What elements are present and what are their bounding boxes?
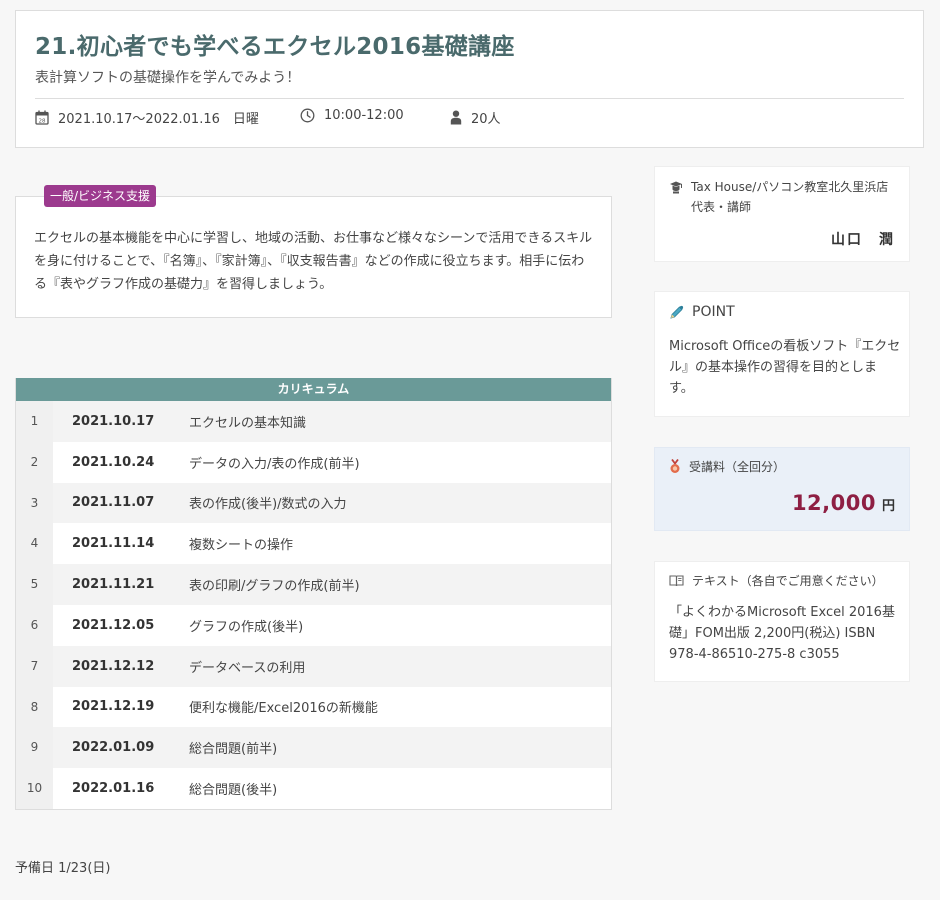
medal-icon xyxy=(670,459,680,473)
calendar-icon: 28 xyxy=(35,110,49,125)
row-topic: 総合問題(前半) xyxy=(189,742,278,758)
row-date: 2021.10.17 xyxy=(72,413,155,429)
row-date: 2021.12.05 xyxy=(72,617,155,633)
row-number: 9 xyxy=(16,727,53,769)
row-date: 2021.11.07 xyxy=(72,495,155,511)
fee-card: 受講料（全回分） 12,000 円 xyxy=(654,447,910,531)
row-topic: 表の作成(後半)/数式の入力 xyxy=(189,497,347,513)
course-title: 21.初心者でも学べるエクセル2016基礎講座 xyxy=(35,34,515,60)
row-topic: データベースの利用 xyxy=(189,660,306,676)
textbook-label: テキスト（各自でご用意ください） xyxy=(692,574,884,588)
row-topic: データの入力/表の作成(前半) xyxy=(189,456,360,472)
person-icon xyxy=(450,110,462,125)
row-number: 8 xyxy=(16,686,53,728)
graduation-cap-icon xyxy=(670,181,682,194)
fee-label: 受講料（全回分） xyxy=(689,460,786,474)
curriculum-rows: 1 2021.10.17 エクセルの基本知識 2 2021.10.24 データの入力/表… xyxy=(16,401,611,809)
book-icon xyxy=(669,575,684,587)
course-period-text: 2021.10.17～2022.01.16 日曜 xyxy=(58,112,259,127)
row-topic: 複数シートの操作 xyxy=(189,538,294,554)
curriculum-table: カリキュラム 1 2021.10.17 エクセルの基本知識 2 2021.10.24 デ… xyxy=(15,378,612,810)
curriculum-header: カリキュラム xyxy=(16,378,611,401)
table-row: 3 2021.11.07 表の作成(後半)/数式の入力 xyxy=(16,482,611,524)
reserve-day-note: 予備日 1/23(日) xyxy=(15,861,111,876)
fee-heading: 受講料（全回分） xyxy=(669,458,785,475)
instructor-role: 代表・講師 xyxy=(691,200,752,214)
row-number: 2 xyxy=(16,441,53,483)
textbook-card: テキスト（各自でご用意ください） 「よくわかるMicrosoft Excel 2… xyxy=(654,561,910,682)
category-badge: 一般/ビジネス支援 xyxy=(44,185,157,207)
row-number: 7 xyxy=(16,645,53,687)
textbook-text: 「よくわかるMicrosoft Excel 2016基礎」FOM出版 2,200… xyxy=(669,605,895,662)
course-header: 21.初心者でも学べるエクセル2016基礎講座 表計算ソフトの基礎操作を学んでみ… xyxy=(15,10,924,148)
description-card: エクセルの基本機能を中心に学習し、地域の活動、お仕事など様々なシーンで活用できる… xyxy=(15,196,612,318)
point-text: Microsoft Officeの看板ソフト『エクセル』の基本操作の習得を目的と… xyxy=(669,339,901,396)
row-number: 6 xyxy=(16,604,53,646)
row-number: 1 xyxy=(16,401,53,442)
row-number: 5 xyxy=(16,564,53,605)
row-topic: グラフの作成(後半) xyxy=(189,619,304,635)
point-title: POINT xyxy=(692,304,735,320)
course-time: 10:00-12:00 xyxy=(300,108,404,123)
table-row: 7 2021.12.12 データベースの利用 xyxy=(16,645,611,687)
table-row: 8 2021.12.19 便利な機能/Excel2016の新機能 xyxy=(16,686,611,728)
fee-unit: 円 xyxy=(881,499,895,514)
fee-amount: 12,000 円 xyxy=(792,491,895,515)
table-row: 6 2021.12.05 グラフの作成(後半) xyxy=(16,604,611,646)
course-capacity: 20人 xyxy=(450,108,501,127)
course-capacity-text: 20人 xyxy=(471,112,501,127)
course-subtitle: 表計算ソフトの基礎操作を学んでみよう！ xyxy=(35,70,301,86)
row-topic: 表の印刷/グラフの作成(前半) xyxy=(189,579,360,595)
svg-text:28: 28 xyxy=(39,118,46,124)
row-number: 3 xyxy=(16,482,53,524)
row-number: 4 xyxy=(16,523,53,565)
description-text: エクセルの基本機能を中心に学習し、地域の活動、お仕事など様々なシーンで活用できる… xyxy=(34,231,593,292)
row-topic: 総合問題(後半) xyxy=(189,783,278,799)
instructor-organization: Tax House/パソコン教室北久里浜店 xyxy=(691,180,889,194)
row-date: 2022.01.09 xyxy=(72,740,155,756)
table-row: 4 2021.11.14 複数シートの操作 xyxy=(16,523,611,565)
instructor-name: 山口 潤 xyxy=(831,232,895,248)
point-card: POINT Microsoft Officeの看板ソフト『エクセル』の基本操作の… xyxy=(654,291,910,417)
row-topic: 便利な機能/Excel2016の新機能 xyxy=(189,701,378,717)
course-time-text: 10:00-12:00 xyxy=(324,108,404,123)
row-date: 2021.10.24 xyxy=(72,454,155,470)
table-row: 10 2022.01.16 総合問題(後半) xyxy=(16,768,611,809)
row-date: 2021.12.19 xyxy=(72,699,155,715)
clock-icon xyxy=(300,108,315,123)
pencil-icon xyxy=(670,305,684,319)
instructor-info: Tax House/パソコン教室北久里浜店 代表・講師 xyxy=(669,177,888,217)
table-row: 1 2021.10.17 エクセルの基本知識 xyxy=(16,401,611,442)
table-row: 5 2021.11.21 表の印刷/グラフの作成(前半) xyxy=(16,564,611,605)
row-date: 2021.11.21 xyxy=(72,577,155,593)
row-topic: エクセルの基本知識 xyxy=(189,415,307,431)
table-row: 9 2022.01.09 総合問題(前半) xyxy=(16,727,611,769)
row-date: 2021.12.12 xyxy=(72,658,155,674)
row-number: 10 xyxy=(16,768,53,809)
fee-value: 12,000 xyxy=(791,491,876,515)
course-period: 28 2021.10.17～2022.01.16 日曜 xyxy=(35,108,259,127)
header-divider xyxy=(35,98,904,99)
row-date: 2021.11.14 xyxy=(72,536,155,552)
table-row: 2 2021.10.24 データの入力/表の作成(前半) xyxy=(16,441,611,483)
textbook-heading: テキスト（各自でご用意ください） xyxy=(669,572,884,589)
row-date: 2022.01.16 xyxy=(72,781,155,797)
point-heading: POINT xyxy=(669,304,735,320)
instructor-card: Tax House/パソコン教室北久里浜店 代表・講師 山口 潤 xyxy=(654,166,910,262)
